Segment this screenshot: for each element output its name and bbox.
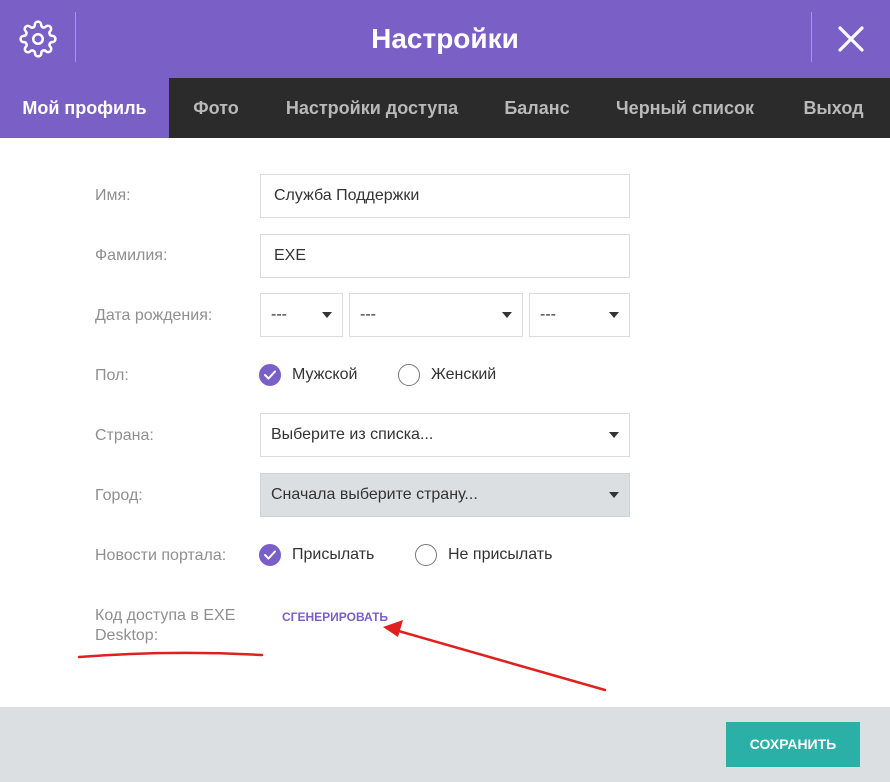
gear-icon — [19, 20, 57, 58]
access-code-label-line1: Код доступа в EXE — [95, 607, 236, 624]
generate-code-link[interactable]: СГЕНЕРИРОВАТЬ — [282, 609, 388, 625]
access-code-label: Код доступа в EXE Desktop: — [95, 606, 235, 646]
city-label: Город: — [95, 487, 143, 504]
city-select[interactable]: Сначала выберите страну... — [260, 473, 630, 517]
news-radio-send[interactable]: Присылать — [259, 542, 374, 568]
chevron-down-icon — [609, 312, 619, 318]
birth-year-select[interactable]: --- — [529, 293, 630, 337]
country-label: Страна: — [95, 427, 154, 444]
tab-bar: Мой профиль Фото Настройки доступа Балан… — [0, 78, 890, 138]
annotation-arrow-line — [393, 628, 607, 692]
chevron-down-icon — [609, 432, 619, 438]
gender-radio-female[interactable]: Женский — [398, 362, 496, 388]
country-value: Выберите из списка... — [271, 426, 434, 443]
birth-date-label: Дата рождения: — [95, 307, 213, 324]
check-icon — [264, 370, 276, 380]
news-send-label: Присылать — [292, 546, 375, 563]
chevron-down-icon — [502, 312, 512, 318]
chevron-down-icon — [609, 492, 619, 498]
first-name-label: Имя: — [95, 187, 131, 204]
radio-unchecked-icon — [398, 364, 420, 386]
gender-male-label: Мужской — [292, 366, 358, 383]
gender-female-label: Женский — [431, 366, 497, 383]
header-divider-left — [75, 12, 76, 62]
settings-button[interactable] — [0, 0, 76, 78]
birth-month-select[interactable]: --- — [349, 293, 523, 337]
birth-year-value: --- — [540, 306, 556, 323]
news-label: Новости портала: — [95, 547, 227, 564]
close-icon — [838, 26, 864, 52]
last-name-input[interactable] — [260, 234, 630, 278]
tab-access-settings[interactable]: Настройки доступа — [263, 78, 481, 138]
birth-month-value: --- — [360, 306, 376, 323]
birth-day-value: --- — [271, 306, 287, 323]
birth-day-select[interactable]: --- — [260, 293, 343, 337]
first-name-input[interactable] — [260, 174, 630, 218]
tab-logout[interactable]: Выход — [777, 78, 890, 138]
tab-my-profile[interactable]: Мой профиль — [0, 78, 169, 138]
gender-radio-male[interactable]: Мужской — [259, 362, 357, 388]
news-no-send-label: Не присылать — [448, 546, 553, 563]
radio-checked-icon — [259, 364, 281, 386]
check-icon — [264, 550, 276, 560]
save-button[interactable]: СОХРАНИТЬ — [726, 722, 860, 767]
chevron-down-icon — [322, 312, 332, 318]
country-select[interactable]: Выберите из списка... — [260, 413, 630, 457]
radio-unchecked-icon — [415, 544, 437, 566]
annotation-underline — [77, 651, 264, 659]
news-radio-no-send[interactable]: Не присылать — [415, 542, 552, 568]
radio-checked-icon — [259, 544, 281, 566]
gender-label: Пол: — [95, 367, 129, 384]
tab-balance[interactable]: Баланс — [481, 78, 593, 138]
tab-photo[interactable]: Фото — [169, 78, 263, 138]
dialog-title: Настройки — [371, 23, 519, 54]
tab-blacklist[interactable]: Черный список — [593, 78, 777, 138]
last-name-label: Фамилия: — [95, 247, 168, 264]
access-code-label-line2: Desktop: — [95, 627, 159, 644]
dialog-header: Настройки — [0, 0, 890, 78]
city-value: Сначала выберите страну... — [271, 486, 478, 503]
close-button[interactable] — [812, 0, 890, 78]
